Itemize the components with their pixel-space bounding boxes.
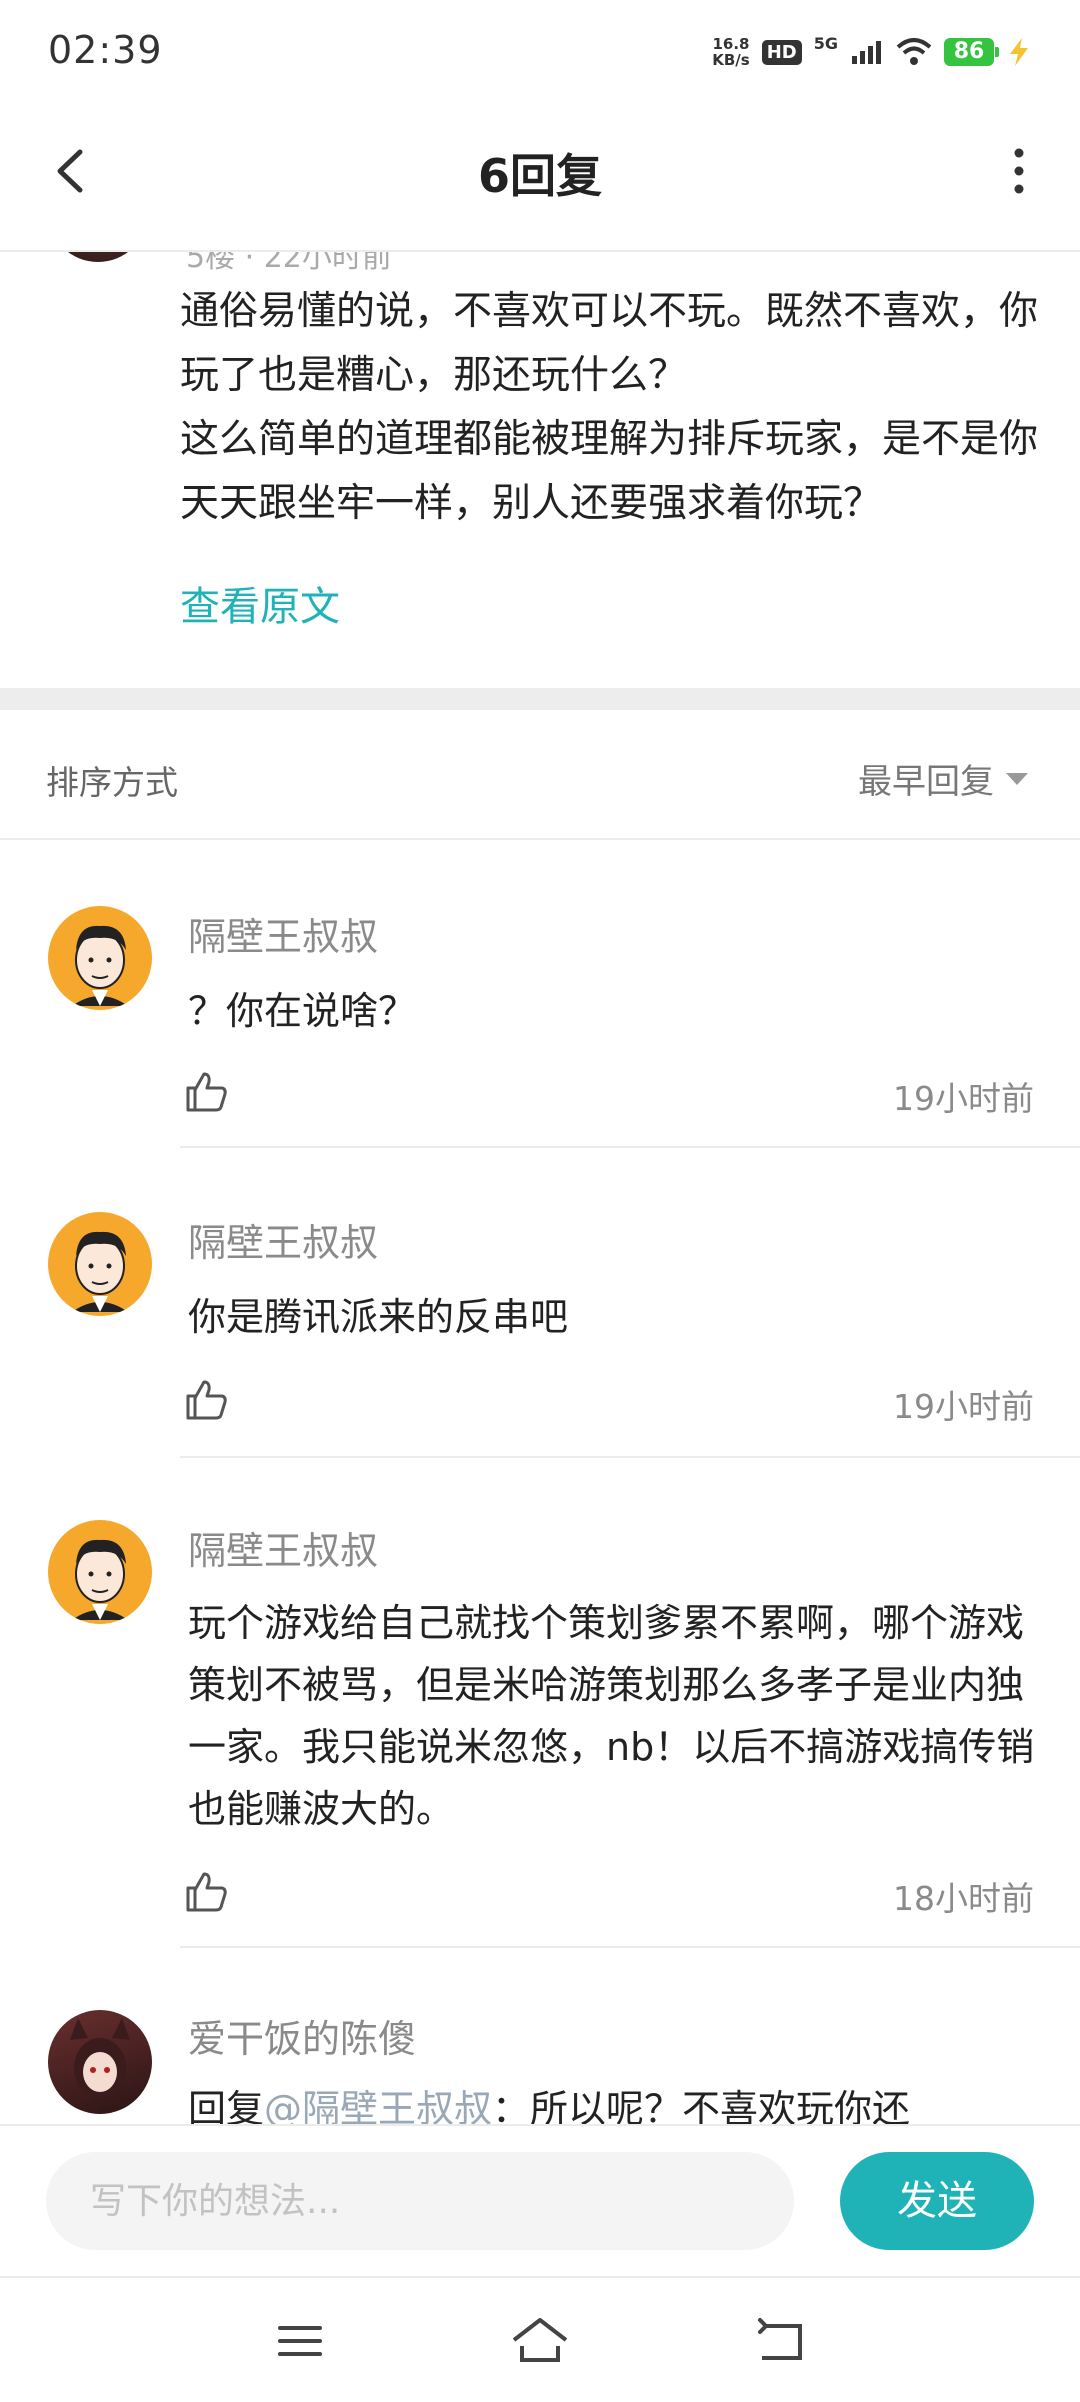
back-nav-icon — [758, 2318, 802, 2360]
comment-input[interactable] — [46, 2152, 794, 2250]
comment-author[interactable]: 爱干饭的陈傻 — [188, 2008, 416, 2063]
like-icon — [186, 1072, 227, 1112]
comment-time: 18小时前 — [893, 1879, 1034, 1918]
comment-author[interactable]: 隔壁王叔叔 — [188, 906, 378, 961]
cartoon-face-icon — [72, 925, 128, 1006]
sort-dropdown[interactable]: 最早回复 — [858, 754, 1028, 803]
network-type: 5G — [813, 34, 838, 53]
post-meta: 5楼 · 22小时前 — [186, 252, 392, 275]
more-icon — [1014, 148, 1024, 194]
send-button[interactable]: 发送 — [840, 2152, 1034, 2250]
more-button[interactable] — [984, 136, 1054, 206]
like-icon — [186, 1380, 227, 1420]
post-line: 这么简单的道理都能被理解为排斥玩家，是不是你天天跟坐牢一样，别人还要强求着你玩？ — [180, 417, 1039, 526]
network-speed: 16.8 KB/s — [712, 35, 750, 69]
sort-selected-value: 最早回复 — [858, 762, 994, 802]
anime-girl-icon — [70, 2018, 130, 2098]
comment-item: 隔壁王叔叔 ？你在说啥？ 19小时前 — [0, 840, 1080, 1150]
battery-indicator: 86 — [944, 38, 999, 66]
status-icons: 16.8 KB/s HD 5G 86 — [712, 30, 1032, 74]
view-original-link[interactable]: 查看原文 — [180, 574, 340, 632]
comment-author[interactable]: 隔壁王叔叔 — [188, 1520, 378, 1575]
avatar[interactable] — [48, 2010, 152, 2114]
sort-label: 排序方式 — [46, 763, 178, 802]
divider — [180, 1946, 1080, 1948]
cartoon-face-icon — [72, 1539, 128, 1620]
section-divider — [0, 688, 1080, 710]
cartoon-face-icon — [72, 1231, 128, 1312]
sort-bar: 排序方式 最早回复 — [0, 710, 1080, 840]
comment-author[interactable]: 隔壁王叔叔 — [188, 1212, 378, 1267]
system-nav-bar — [0, 2276, 1080, 2402]
like-button[interactable] — [182, 1868, 230, 1916]
status-bar: 02:39 16.8 KB/s HD 5G 86 — [0, 0, 1080, 100]
mention-link[interactable]: @隔壁王叔叔 — [264, 2087, 492, 2124]
avatar[interactable] — [48, 1212, 152, 1316]
original-post: 5楼 · 22小时前 通俗易懂的说，不喜欢可以不玩。既然不喜欢，你玩了也是糟心，… — [0, 252, 1080, 688]
avatar[interactable] — [48, 252, 148, 262]
like-icon — [186, 1872, 227, 1912]
comment-text: 回复@隔壁王叔叔：所以呢？不喜欢玩你还 — [188, 2078, 1048, 2124]
comment-text: ？你在说啥？ — [188, 989, 417, 1033]
avatar[interactable] — [48, 906, 152, 1010]
comment-text: 玩个游戏给自己就找个策划爹累不累啊，哪个游戏策划不被骂，但是米哈游策划那么多孝子… — [188, 1601, 1035, 1831]
menu-icon — [278, 2326, 322, 2356]
menu-button[interactable] — [270, 2316, 330, 2366]
like-button[interactable] — [182, 1068, 230, 1116]
status-time: 02:39 — [48, 28, 163, 72]
home-button[interactable] — [510, 2316, 570, 2366]
header: 6回复 — [0, 100, 1080, 252]
comment-item: 隔壁王叔叔 你是腾讯派来的反串吧 19小时前 — [0, 1150, 1080, 1460]
comment-item: 隔壁王叔叔 玩个游戏给自己就找个策划爹累不累啊，哪个游戏策划不被骂，但是米哈游策… — [0, 1460, 1080, 1950]
caret-down-icon — [1006, 772, 1028, 785]
comment-time: 19小时前 — [893, 1079, 1034, 1118]
post-line: 通俗易懂的说，不喜欢可以不玩。既然不喜欢，你玩了也是糟心，那还玩什么？ — [180, 289, 1039, 398]
divider — [180, 1456, 1080, 1458]
comment-input-bar: 发送 — [0, 2124, 1080, 2278]
avatar[interactable] — [48, 1520, 152, 1624]
comment-text: 你是腾讯派来的反串吧 — [188, 1295, 569, 1339]
like-button[interactable] — [182, 1376, 230, 1424]
signal-icon — [852, 41, 881, 64]
wifi-icon — [896, 38, 932, 65]
divider — [180, 1146, 1080, 1148]
hd-badge: HD — [761, 39, 802, 65]
charging-icon — [1010, 38, 1028, 66]
page-title: 6回复 — [477, 149, 602, 203]
post-content: 通俗易懂的说，不喜欢可以不玩。既然不喜欢，你玩了也是糟心，那还玩什么？ 这么简单… — [180, 280, 1040, 536]
comment-time: 19小时前 — [893, 1387, 1034, 1426]
comment-item: 爱干饭的陈傻 回复@隔壁王叔叔：所以呢？不喜欢玩你还 — [0, 1950, 1080, 2124]
home-icon — [512, 2318, 568, 2362]
back-nav-button[interactable] — [752, 2316, 812, 2366]
